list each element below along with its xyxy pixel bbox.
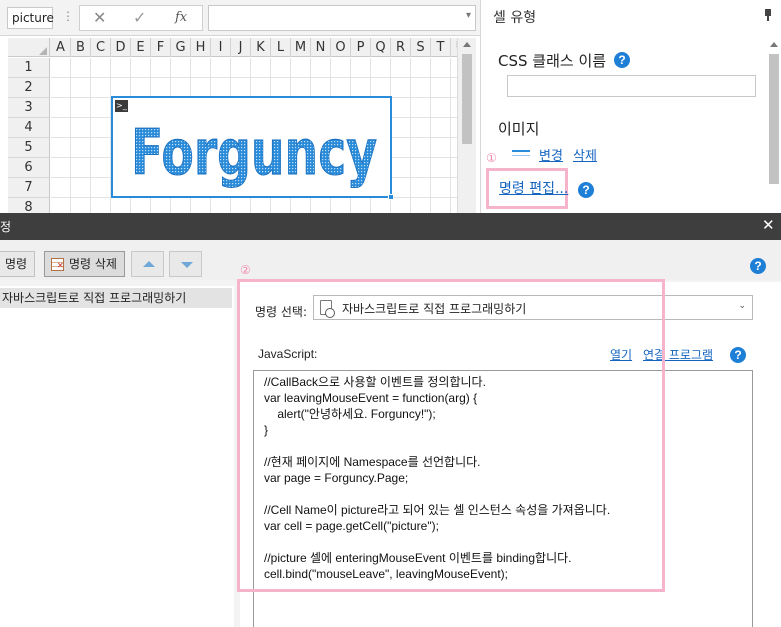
column-header[interactable]: F (151, 38, 171, 57)
add-command-button[interactable]: 명령 (0, 251, 35, 277)
arrow-down-icon (181, 262, 193, 268)
row-header[interactable]: 4 (8, 118, 50, 138)
move-up-button[interactable] (131, 251, 164, 277)
css-class-input[interactable] (507, 75, 756, 97)
column-header[interactable]: R (391, 38, 411, 57)
column-header[interactable]: L (271, 38, 291, 57)
column-header[interactable]: E (131, 38, 151, 57)
close-icon[interactable]: ✕ (93, 8, 106, 27)
cell-area[interactable]: >_ Forguncy (51, 58, 468, 213)
panel-scrollbar[interactable] (766, 38, 781, 213)
sheet-grid: ABCDEFGHIJKLMNOPQRSTU 12345678 >_ Forgun… (8, 38, 476, 213)
column-header[interactable]: C (91, 38, 111, 57)
select-all-corner[interactable] (8, 38, 50, 57)
delete-command-icon (51, 258, 64, 271)
image-change-link[interactable]: 변경 (539, 145, 563, 164)
dialog-title-bar: 정 ✕ (0, 213, 781, 240)
function-icon[interactable]: fx (175, 10, 187, 25)
panel-title: 셀 유형 (493, 10, 537, 26)
delete-command-label: 명령 삭제 (69, 257, 117, 271)
column-header[interactable]: G (171, 38, 191, 57)
formula-input[interactable]: ▾ (208, 5, 476, 31)
resize-handle[interactable] (388, 194, 394, 200)
sheet-vertical-scrollbar[interactable] (457, 38, 476, 213)
logo-text: Forguncy (131, 116, 377, 189)
image-thumbnail (512, 150, 530, 156)
delete-command-button[interactable]: 명령 삭제 (44, 251, 125, 277)
help-icon[interactable]: ? (750, 258, 766, 274)
row-header[interactable]: 5 (8, 138, 50, 158)
formula-buttons: ✕ ✓ fx (79, 5, 203, 31)
command-dialog: 정 ✕ 명령 명령 삭제 ? 자바스크립트로 직접 프로그래밍하기 명령 선택:… (0, 213, 781, 627)
forguncy-logo-image: Forguncy (131, 116, 378, 190)
pin-icon[interactable] (765, 9, 771, 21)
scroll-up-icon[interactable] (770, 42, 778, 47)
column-header[interactable]: M (291, 38, 311, 57)
cell-type-panel: 셀 유형 CSS 클래스 이름 ? 이미지 변경 삭제 ① 명령 편집... ? (480, 0, 781, 213)
column-header[interactable]: B (71, 38, 91, 57)
step-marker-1: ① (486, 151, 497, 165)
image-label: 이미지 (498, 120, 540, 138)
column-header[interactable]: P (351, 38, 371, 57)
scroll-up-icon[interactable] (463, 42, 471, 47)
dialog-toolbar: 명령 명령 삭제 (0, 240, 781, 280)
arrow-up-icon (143, 261, 155, 267)
row-header[interactable]: 8 (8, 198, 50, 213)
help-icon[interactable]: ? (730, 347, 746, 363)
chevron-down-icon[interactable]: ▾ (466, 10, 471, 21)
image-delete-link[interactable]: 삭제 (573, 145, 597, 164)
chevron-down-icon[interactable]: ⌄ (738, 301, 746, 311)
column-header[interactable]: J (231, 38, 251, 57)
column-header[interactable]: S (411, 38, 431, 57)
column-header[interactable]: H (191, 38, 211, 57)
column-header[interactable]: O (331, 38, 351, 57)
close-icon[interactable]: ✕ (762, 216, 775, 234)
move-down-button[interactable] (169, 251, 202, 277)
column-header[interactable]: N (311, 38, 331, 57)
editor-highlight (237, 279, 665, 592)
dialog-title: 정 (0, 220, 12, 234)
row-header[interactable]: 6 (8, 158, 50, 178)
check-icon[interactable]: ✓ (133, 8, 146, 27)
scrollbar-thumb[interactable] (462, 54, 472, 144)
row-header[interactable]: 3 (8, 98, 50, 118)
column-header[interactable]: K (251, 38, 271, 57)
row-header[interactable]: 7 (8, 178, 50, 198)
command-edit-link[interactable]: 명령 편집... (499, 178, 568, 198)
column-header[interactable]: D (111, 38, 131, 57)
scrollbar-thumb[interactable] (769, 54, 779, 184)
spreadsheet-area: picture ⋮ ✕ ✓ fx ▾ ABCDEFGHIJKLMNOPQRSTU… (0, 0, 781, 213)
picture-cell[interactable]: >_ Forguncy (111, 96, 394, 200)
column-header[interactable]: I (211, 38, 231, 57)
css-class-label: CSS 클래스 이름 (498, 52, 607, 70)
step-marker-2: ② (240, 263, 251, 277)
formula-bar-grip: ⋮ (62, 9, 74, 23)
command-list-item[interactable]: 자바스크립트로 직접 프로그래밍하기 (0, 288, 232, 308)
help-icon[interactable]: ? (614, 52, 630, 68)
column-header[interactable]: T (431, 38, 451, 57)
column-header[interactable]: Q (371, 38, 391, 57)
row-header[interactable]: 2 (8, 78, 50, 98)
command-list: 자바스크립트로 직접 프로그래밍하기 (0, 286, 234, 627)
column-header[interactable]: A (51, 38, 71, 57)
help-icon[interactable]: ? (578, 182, 594, 198)
name-box[interactable]: picture (7, 7, 54, 29)
row-header[interactable]: 1 (8, 58, 50, 78)
formula-bar: picture ⋮ ✕ ✓ fx ▾ (0, 0, 480, 36)
